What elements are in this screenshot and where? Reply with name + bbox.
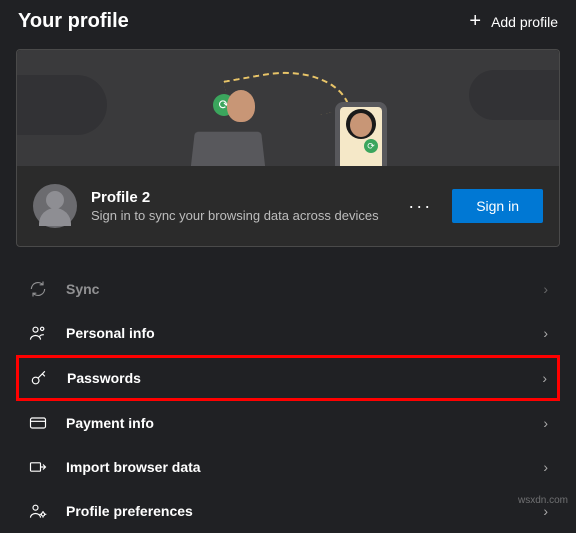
menu-item-passwords[interactable]: Passwords › (16, 355, 560, 401)
menu-item-sync: Sync › (26, 267, 550, 311)
person-icon (28, 323, 48, 343)
watermark: wsxdn.com (518, 495, 568, 506)
plus-icon: + (469, 10, 481, 33)
key-icon (29, 368, 49, 388)
sync-icon (28, 279, 48, 299)
menu-label: Passwords (67, 370, 524, 386)
chevron-right-icon: › (543, 325, 548, 341)
menu-label: Profile preferences (66, 503, 525, 519)
menu-label: Payment info (66, 415, 525, 431)
menu-label: Sync (66, 281, 525, 297)
chevron-right-icon: › (543, 281, 548, 297)
import-icon (28, 457, 48, 477)
profile-name: Profile 2 (91, 189, 388, 206)
chevron-right-icon: › (543, 459, 548, 475)
more-options-button[interactable]: ··· (402, 196, 438, 217)
preferences-icon (28, 501, 48, 521)
menu-item-profile-preferences[interactable]: Profile preferences › (26, 489, 550, 533)
add-profile-label: Add profile (491, 14, 558, 30)
page-title: Your profile (18, 10, 129, 33)
profile-card: ⟳ ⟳ Profile 2 Sign in to sync your brows… (16, 49, 560, 247)
card-icon (28, 413, 48, 433)
signin-button[interactable]: Sign in (452, 189, 543, 223)
menu-item-personal-info[interactable]: Personal info › (26, 311, 550, 355)
settings-menu: Sync › Personal info › Passwords › Payme… (0, 257, 576, 533)
menu-label: Personal info (66, 325, 525, 341)
add-profile-button[interactable]: + Add profile (469, 10, 558, 33)
menu-item-import-browser-data[interactable]: Import browser data › (26, 445, 550, 489)
chevron-right-icon: › (543, 415, 548, 431)
menu-label: Import browser data (66, 459, 525, 475)
chevron-right-icon: › (542, 370, 547, 386)
profile-illustration: ⟳ ⟳ (17, 50, 559, 166)
avatar (33, 184, 77, 228)
profile-subtitle: Sign in to sync your browsing data acros… (91, 208, 388, 223)
menu-item-payment-info[interactable]: Payment info › (26, 401, 550, 445)
